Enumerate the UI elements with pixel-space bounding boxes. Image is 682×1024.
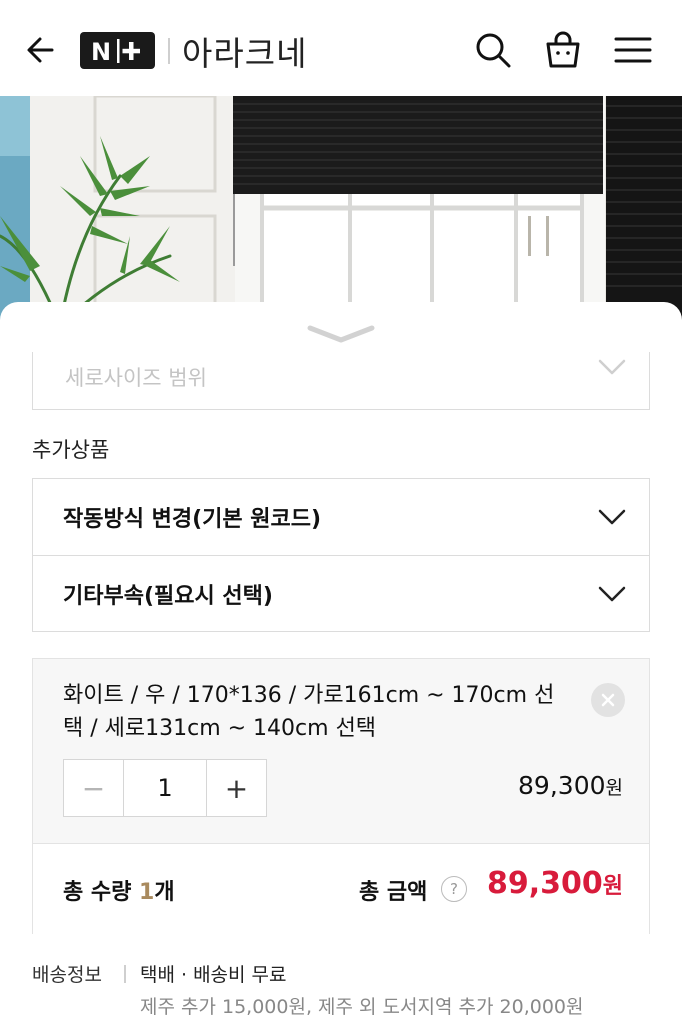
option-bottom-sheet: 세로사이즈 범위 추가상품 작동방식 변경(기본 원코드) 기타부속(필요시 선… — [0, 302, 682, 1024]
total-amount: 89,300원 — [487, 866, 623, 901]
selected-option-description: 화이트 / 우 / 170*136 / 가로161cm ~ 170cm 선택 /… — [63, 683, 555, 741]
chevron-down-icon — [598, 509, 626, 525]
option-price-value: 89,300 — [518, 771, 606, 800]
hamburger-menu-icon[interactable] — [613, 30, 653, 70]
addon-select-label: 작동방식 변경(기본 원코드) — [63, 507, 322, 532]
decrease-quantity-button[interactable]: − — [64, 760, 124, 816]
naver-plus-logo[interactable]: N — [80, 32, 155, 69]
total-summary: 총 수량 1개 총 금액 ? 89,300원 — [33, 843, 649, 935]
back-arrow-icon[interactable] — [22, 30, 62, 70]
chevron-down-icon — [598, 359, 626, 375]
addon-section-label: 추가상품 — [32, 438, 110, 462]
addon-select-parts[interactable]: 기타부속(필요시 선택) — [33, 555, 649, 631]
total-quantity-prefix: 총 수량 — [63, 880, 140, 905]
chevron-down-icon — [598, 586, 626, 602]
option-price: 89,300원 — [518, 771, 623, 800]
shipping-method: 택배 · 배송비 무료 — [140, 964, 287, 986]
height-range-select-label: 세로사이즈 범위 — [65, 366, 207, 390]
shopping-bag-icon[interactable] — [543, 30, 583, 70]
currency-unit: 원 — [602, 874, 623, 899]
quantity-value[interactable]: 1 — [124, 760, 206, 816]
addon-select-operation[interactable]: 작동방식 변경(기본 원코드) — [33, 479, 649, 555]
collapse-chevron-icon[interactable] — [306, 324, 376, 346]
shipping-divider — [124, 965, 126, 983]
shipping-info-label: 배송정보 — [32, 964, 102, 986]
top-header: N 아라크네 — [0, 0, 682, 96]
total-quantity-suffix: 개 — [154, 880, 175, 905]
search-icon[interactable] — [473, 30, 513, 70]
currency-unit: 원 — [605, 777, 623, 799]
total-quantity-value: 1 — [139, 880, 155, 905]
help-icon[interactable]: ? — [441, 876, 467, 902]
svg-text:N: N — [91, 38, 112, 66]
selected-option-card: 화이트 / 우 / 170*136 / 가로161cm ~ 170cm 선택 /… — [32, 658, 650, 935]
addon-select-label: 기타부속(필요시 선택) — [63, 584, 273, 609]
shipping-extra-fee: 제주 추가 15,000원, 제주 외 도서지역 추가 20,000원 — [140, 996, 584, 1018]
close-icon — [601, 693, 615, 707]
height-range-select[interactable]: 세로사이즈 범위 — [32, 352, 650, 410]
increase-quantity-button[interactable]: + — [206, 760, 266, 816]
product-hero-image — [0, 96, 682, 326]
store-name[interactable]: 아라크네 — [182, 27, 307, 75]
remove-option-button[interactable] — [591, 683, 625, 717]
total-quantity: 총 수량 1개 — [63, 874, 175, 906]
addon-selects: 작동방식 변경(기본 원코드) 기타부속(필요시 선택) — [32, 478, 650, 632]
header-divider — [168, 38, 170, 64]
quantity-stepper: − 1 + — [63, 759, 267, 817]
total-amount-label: 총 금액 — [359, 880, 428, 905]
total-amount-value: 89,300 — [486, 866, 603, 901]
